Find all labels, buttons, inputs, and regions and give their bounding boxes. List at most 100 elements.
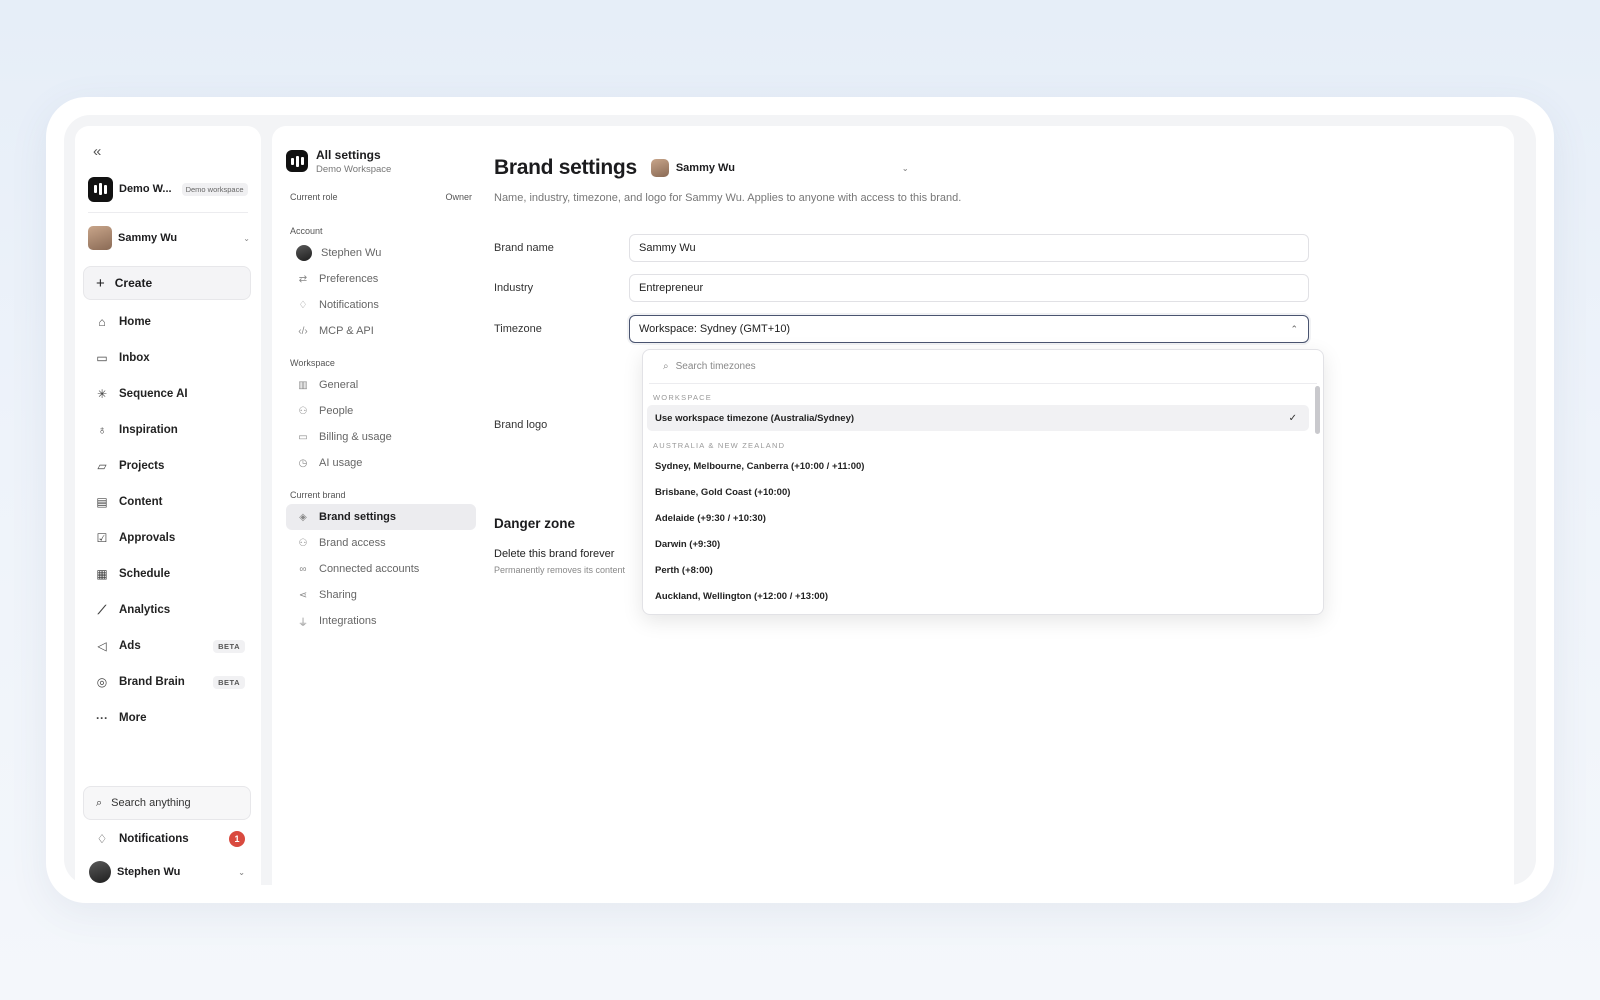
workspace-items: ▥ General ⚇ People ▭ Billing & usage ◷ AI usage	[286, 372, 476, 476]
role-label: Current role	[290, 192, 338, 202]
link-icon: ∞	[299, 563, 307, 575]
timezone-select[interactable]: Workspace: Sydney (GMT+10) ⌃	[629, 315, 1309, 343]
more-icon: ···	[96, 711, 108, 725]
people-icon: ⚇	[298, 537, 308, 549]
brand-name-label: Brand name	[494, 242, 554, 254]
settings-item-mcp-api[interactable]: ‹/› MCP & API	[286, 318, 476, 344]
brand-avatar	[650, 159, 669, 177]
create-label: Create	[114, 276, 153, 290]
settings-item-label: Notifications	[319, 299, 379, 311]
workspace-badge: Demo workspace	[181, 182, 248, 196]
settings-item-brand-access[interactable]: ⚇ Brand access	[286, 530, 476, 556]
home-icon: ⌂	[98, 315, 106, 329]
option-label: Darwin (+9:30)	[655, 538, 721, 550]
sidebar-item-brand-brain[interactable]: ◎ Brand Brain BETA	[83, 664, 251, 700]
sidebar-item-label: Sequence AI	[119, 388, 188, 400]
brand-settings-content: Brand settings Sammy Wu ⌄ Name, industry…	[494, 156, 1494, 575]
sidebar-item-notifications[interactable]: ♢ Notifications 1	[83, 824, 251, 854]
settings-item-label: Brand access	[319, 537, 386, 549]
settings-item-label: AI usage	[319, 457, 363, 469]
sidebar-item-schedule[interactable]: ▦ Schedule	[83, 556, 251, 592]
timezone-option[interactable]: Brisbane, Gold Coast (+10:00)	[647, 479, 1309, 505]
settings-item-stephen-wu[interactable]: Stephen Wu	[286, 240, 476, 266]
section-label-workspace: Workspace	[290, 358, 335, 368]
document-icon: ▤	[96, 495, 108, 509]
settings-title: All settings	[316, 147, 381, 162]
brand-switcher[interactable]: Sammy Wu ⌄	[88, 225, 250, 251]
create-button[interactable]: + Create	[83, 266, 251, 300]
brain-icon: ◎	[96, 675, 108, 689]
settings-item-preferences[interactable]: ⇄ Preferences	[286, 266, 476, 292]
sidebar-item-label: Inbox	[119, 352, 150, 364]
sidebar-item-label: Projects	[119, 460, 165, 472]
sidebar-item-label: Approvals	[119, 532, 176, 544]
settings-item-billing-usage[interactable]: ▭ Billing & usage	[286, 424, 476, 450]
search-anything-input[interactable]: ⌕ Search anything	[83, 786, 251, 820]
brand-name-input[interactable]: Sammy Wu	[629, 234, 1309, 262]
sidebar-item-inbox[interactable]: ▭ Inbox	[83, 340, 251, 376]
timezone-option[interactable]: Auckland, Wellington (+12:00 / +13:00)	[647, 583, 1309, 609]
megaphone-icon: ◁	[97, 639, 107, 653]
sidebar-item-approvals[interactable]: ☑ Approvals	[83, 520, 251, 556]
folder-icon: ▱	[97, 459, 107, 473]
settings-item-general[interactable]: ▥ General	[286, 372, 476, 398]
brand-picker[interactable]: Sammy Wu ⌄	[650, 159, 909, 177]
dropdown-scrollbar[interactable]	[1315, 386, 1320, 434]
bell-icon: ♢	[298, 299, 308, 311]
divider	[88, 212, 248, 213]
settings-item-ai-usage[interactable]: ◷ AI usage	[286, 450, 476, 476]
sidebar-item-sequence-ai[interactable]: ✳ Sequence AI	[83, 376, 251, 412]
sidebar-item-label: Analytics	[119, 604, 171, 616]
collapse-sidebar-icon[interactable]: «	[93, 142, 113, 162]
option-label: Auckland, Wellington (+12:00 / +13:00)	[655, 590, 828, 602]
checkmark-icon: ✓	[1288, 412, 1297, 424]
sidebar-item-ads[interactable]: ◁ Ads BETA	[83, 628, 251, 664]
people-icon: ⚇	[298, 405, 308, 417]
plug-icon: ⏚	[298, 617, 308, 629]
title-row: Brand settings Sammy Wu ⌄	[494, 156, 1494, 180]
settings-item-label: Connected accounts	[319, 563, 420, 575]
current-user-menu[interactable]: Stephen Wu ⌄	[89, 860, 245, 884]
settings-item-label: Integrations	[319, 615, 377, 627]
brand-name: Sammy Wu	[118, 232, 178, 244]
settings-item-notifications[interactable]: ♢ Notifications	[286, 292, 476, 318]
brand-picker-label: Sammy Wu	[675, 162, 735, 174]
settings-item-sharing[interactable]: ⋖ Sharing	[286, 582, 476, 608]
settings-item-people[interactable]: ⚇ People	[286, 398, 476, 424]
timezone-option[interactable]: Darwin (+9:30)	[647, 531, 1309, 557]
sidebar-item-content[interactable]: ▤ Content	[83, 484, 251, 520]
settings-subtitle: Demo Workspace	[316, 163, 392, 175]
section-label-account: Account	[290, 226, 323, 236]
settings-item-label: Stephen Wu	[321, 247, 382, 259]
sidebar-item-label: Ads	[119, 640, 141, 652]
sidebar-item-more[interactable]: ··· More	[83, 700, 251, 736]
timezone-search-input[interactable]: ⌕ Search timezones	[649, 350, 1317, 384]
sidebar-item-label: Schedule	[119, 568, 171, 580]
card-icon: ▭	[298, 431, 308, 443]
industry-row: Industry Entrepreneur	[494, 274, 1314, 302]
sidebar-item-inspiration[interactable]: ♁ Inspiration	[83, 412, 251, 448]
settings-item-brand-settings[interactable]: ◈ Brand settings	[286, 504, 476, 530]
search-placeholder: Search anything	[111, 797, 191, 809]
sidebar-item-home[interactable]: ⌂ Home	[83, 304, 251, 340]
settings-item-connected-accounts[interactable]: ∞ Connected accounts	[286, 556, 476, 582]
sidebar-item-projects[interactable]: ▱ Projects	[83, 448, 251, 484]
industry-label: Industry	[494, 282, 534, 294]
timezone-option-workspace[interactable]: Use workspace timezone (Australia/Sydney…	[647, 405, 1309, 431]
brand-logo-label: Brand logo	[494, 419, 548, 431]
avatar	[296, 245, 312, 261]
current-role-row: Current role Owner	[286, 192, 476, 202]
timezone-option[interactable]: Perth (+8:00)	[647, 557, 1309, 583]
share-icon: ⋖	[298, 589, 308, 601]
delete-brand-description: Permanently removes its content	[494, 565, 626, 575]
timezone-option[interactable]: Adelaide (+9:30 / +10:30)	[647, 505, 1309, 531]
sliders-icon: ⇄	[298, 273, 308, 285]
industry-input[interactable]: Entrepreneur	[629, 274, 1309, 302]
inbox-icon: ▭	[96, 351, 108, 365]
workspace-switcher[interactable]: Demo W... Demo workspace	[88, 176, 250, 202]
sidebar-item-analytics[interactable]: ⟋ Analytics	[83, 592, 251, 628]
sparkle-icon: ✳	[96, 387, 108, 401]
timezone-option[interactable]: Sydney, Melbourne, Canberra (+10:00 / +1…	[647, 453, 1309, 479]
notification-count-badge: 1	[229, 831, 245, 847]
settings-item-integrations[interactable]: ⏚ Integrations	[286, 608, 476, 634]
